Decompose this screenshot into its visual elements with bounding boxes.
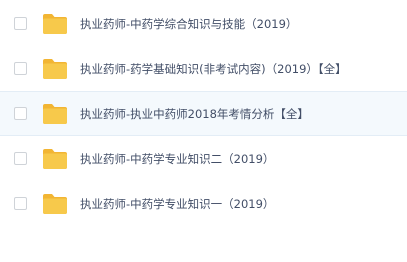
list-item[interactable]: 执业药师-中药学专业知识一（2019）: [0, 181, 407, 226]
list-item[interactable]: 执业药师-中药学综合知识与技能（2019）: [0, 1, 407, 46]
select-checkbox[interactable]: [14, 152, 27, 165]
file-name[interactable]: 执业药师-药学基础知识(非考试内容)（2019）【全】: [80, 61, 347, 77]
folder-icon: [42, 58, 68, 80]
select-checkbox[interactable]: [14, 17, 27, 30]
select-checkbox[interactable]: [14, 62, 27, 75]
list-item[interactable]: 执业药师-药学基础知识(非考试内容)（2019）【全】: [0, 46, 407, 91]
folder-icon: [42, 148, 68, 170]
select-checkbox[interactable]: [14, 197, 27, 210]
folder-icon: [42, 103, 68, 125]
file-name[interactable]: 执业药师-执业中药师2018年考情分析【全】: [80, 106, 309, 122]
list-item[interactable]: 执业药师-中药学专业知识二（2019）: [0, 136, 407, 181]
file-name[interactable]: 执业药师-中药学专业知识二（2019）: [80, 151, 274, 167]
file-name[interactable]: 执业药师-中药学专业知识一（2019）: [80, 196, 274, 212]
folder-icon: [42, 13, 68, 35]
select-checkbox[interactable]: [14, 107, 27, 120]
file-name[interactable]: 执业药师-中药学综合知识与技能（2019）: [80, 16, 297, 32]
list-item[interactable]: 执业药师-执业中药师2018年考情分析【全】: [0, 91, 407, 136]
folder-icon: [42, 193, 68, 215]
